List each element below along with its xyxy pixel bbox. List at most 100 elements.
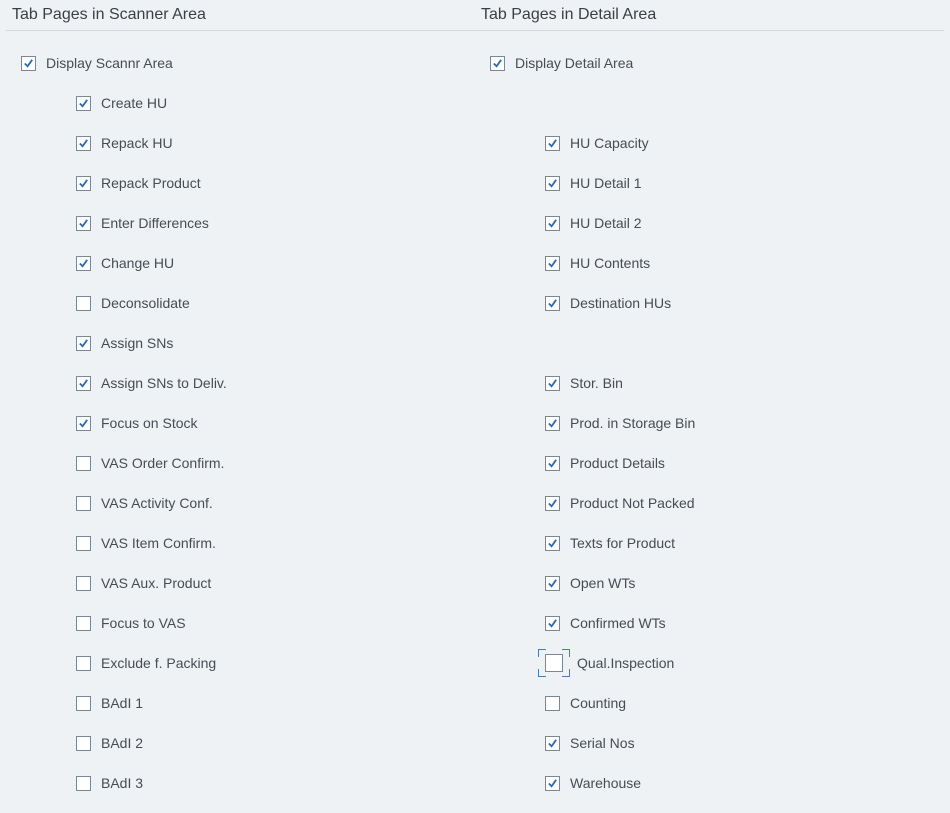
scanner-item-row: Repack Product [6,163,475,203]
divider [6,30,944,31]
checkbox-change-hu[interactable] [76,256,91,271]
detail-item-row: Open WTs [475,563,944,603]
detail-item-row: HU Contents [475,243,944,283]
scanner-item-row: Deconsolidate [6,283,475,323]
checkbox-exclude-f-packing[interactable] [76,656,91,671]
checkbox-badi-2[interactable] [76,736,91,751]
label-focus-on-stock: Focus on Stock [101,415,198,431]
checkbox-repack-hu[interactable] [76,136,91,151]
label-prod-in-storage-bin: Prod. in Storage Bin [570,415,695,431]
label-stor-bin: Stor. Bin [570,375,623,391]
checkbox-hu-contents[interactable] [545,256,560,271]
blank-row [475,83,944,123]
detail-item-row: Product Not Packed [475,483,944,523]
checkbox-badi-3[interactable] [76,776,91,791]
detail-item-row: Qual.Inspection [475,643,944,683]
label-assign-sns: Assign SNs [101,335,173,351]
scanner-item-row: VAS Activity Conf. [6,483,475,523]
scanner-item-row: Exclude f. Packing [6,643,475,683]
checkbox-confirmed-wts[interactable] [545,616,560,631]
label-badi-2: BAdI 2 [101,735,143,751]
checkbox-hu-capacity[interactable] [545,136,560,151]
checkbox-vas-order-confirm[interactable] [76,456,91,471]
checkbox-display-detail-area[interactable] [490,56,505,71]
checkbox-deconsolidate[interactable] [76,296,91,311]
scanner-item-row: Assign SNs to Deliv. [6,363,475,403]
scanner-root-row: Display Scannr Area [6,43,475,83]
label-qual-inspection: Qual.Inspection [577,655,674,671]
checkbox-warehouse[interactable] [545,776,560,791]
checkbox-vas-aux-product[interactable] [76,576,91,591]
detail-item-row: Texts for Product [475,523,944,563]
label-display-detail-area: Display Detail Area [515,55,633,71]
detail-item-row: Confirmed WTs [475,603,944,643]
checkbox-focus-to-vas[interactable] [76,616,91,631]
label-product-not-packed: Product Not Packed [570,495,695,511]
scanner-item-row: Assign SNs [6,323,475,363]
detail-item-row: Product Details [475,443,944,483]
scanner-column: Display Scannr Area Create HU Repack HU Rep… [6,43,475,803]
label-badi-1: BAdI 1 [101,695,143,711]
scanner-item-row: Change HU [6,243,475,283]
label-open-wts: Open WTs [570,575,635,591]
label-enter-differences: Enter Differences [101,215,209,231]
label-display-scanner-area: Display Scannr Area [46,55,173,71]
checkbox-create-hu[interactable] [76,96,91,111]
scanner-item-row: Focus on Stock [6,403,475,443]
scanner-item-row: VAS Item Confirm. [6,523,475,563]
checkbox-stor-bin[interactable] [545,376,560,391]
label-product-details: Product Details [570,455,665,471]
detail-header-col: Tab Pages in Detail Area [475,4,944,30]
scanner-item-row: Enter Differences [6,203,475,243]
detail-column: Display Detail Area HU Capacity HU Detail … [475,43,944,803]
checkbox-counting[interactable] [545,696,560,711]
checkbox-badi-1[interactable] [76,696,91,711]
detail-item-row: HU Detail 2 [475,203,944,243]
label-hu-detail-2: HU Detail 2 [570,215,642,231]
label-create-hu: Create HU [101,95,167,111]
scanner-item-row: Repack HU [6,123,475,163]
checkbox-hu-detail-2[interactable] [545,216,560,231]
checkbox-texts-for-product[interactable] [545,536,560,551]
label-assign-sns-to-deliv: Assign SNs to Deliv. [101,375,227,391]
checkbox-serial-nos[interactable] [545,736,560,751]
checkbox-product-not-packed[interactable] [545,496,560,511]
checkbox-qual-inspection[interactable] [545,654,563,672]
scanner-item-row: VAS Order Confirm. [6,443,475,483]
detail-item-row: HU Capacity [475,123,944,163]
checkbox-hu-detail-1[interactable] [545,176,560,191]
scanner-item-row: VAS Aux. Product [6,563,475,603]
scanner-header: Tab Pages in Scanner Area [6,4,475,30]
scanner-item-row: BAdI 2 [6,723,475,763]
detail-root-row: Display Detail Area [475,43,944,83]
label-vas-order-confirm: VAS Order Confirm. [101,455,224,471]
checkbox-assign-sns-to-deliv[interactable] [76,376,91,391]
checkbox-product-details[interactable] [545,456,560,471]
label-repack-hu: Repack HU [101,135,173,151]
checkbox-open-wts[interactable] [545,576,560,591]
label-counting: Counting [570,695,626,711]
focused-checkbox-wrap [541,652,567,674]
checkbox-focus-on-stock[interactable] [76,416,91,431]
detail-item-row: Counting [475,683,944,723]
label-hu-detail-1: HU Detail 1 [570,175,642,191]
checkbox-vas-item-confirm[interactable] [76,536,91,551]
checkbox-assign-sns[interactable] [76,336,91,351]
scanner-item-row: BAdI 1 [6,683,475,723]
checkbox-repack-product[interactable] [76,176,91,191]
label-vas-activity-conf: VAS Activity Conf. [101,495,213,511]
label-vas-aux-product: VAS Aux. Product [101,575,211,591]
label-change-hu: Change HU [101,255,174,271]
checkbox-vas-activity-conf[interactable] [76,496,91,511]
label-hu-contents: HU Contents [570,255,650,271]
checkbox-prod-in-storage-bin[interactable] [545,416,560,431]
checkbox-destination-hus[interactable] [545,296,560,311]
detail-header: Tab Pages in Detail Area [475,4,944,30]
scanner-item-row: Create HU [6,83,475,123]
label-badi-3: BAdI 3 [101,775,143,791]
checkbox-display-scanner-area[interactable] [21,56,36,71]
detail-item-row: Serial Nos [475,723,944,763]
label-vas-item-confirm: VAS Item Confirm. [101,535,216,551]
checkbox-enter-differences[interactable] [76,216,91,231]
scanner-header-col: Tab Pages in Scanner Area [6,4,475,30]
